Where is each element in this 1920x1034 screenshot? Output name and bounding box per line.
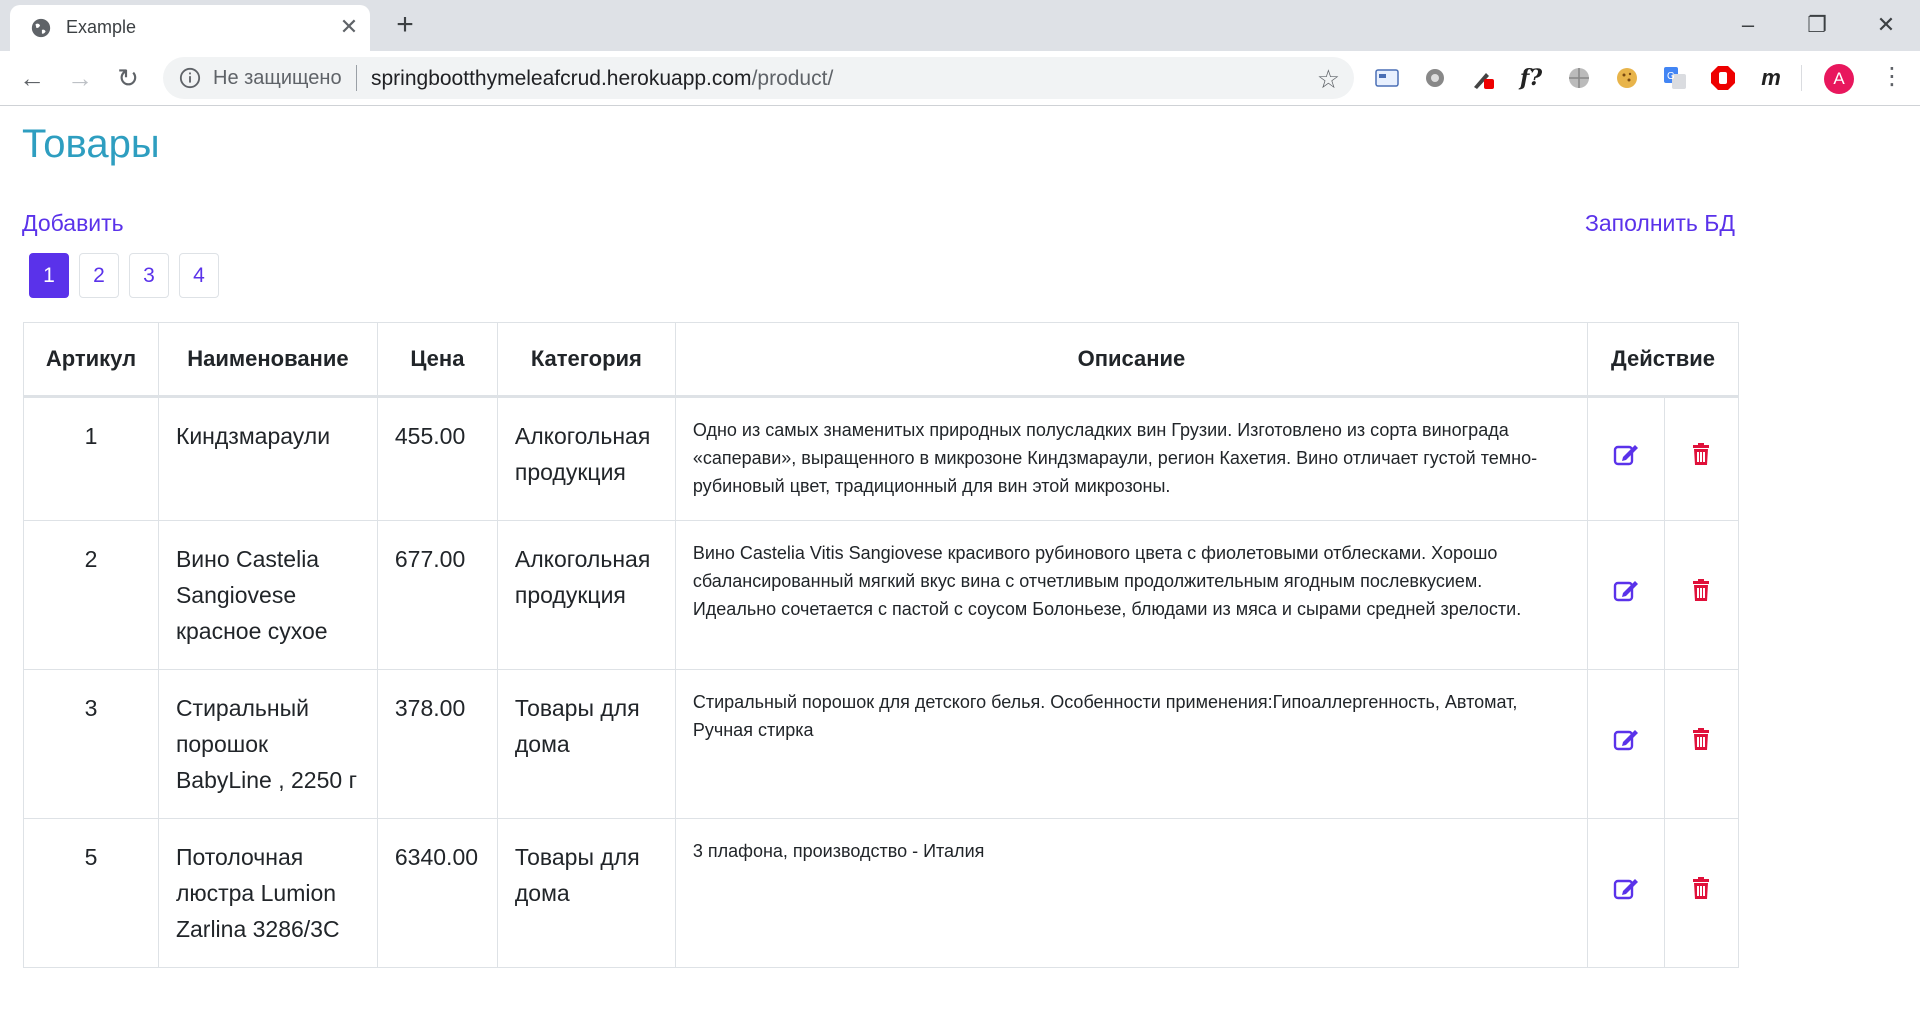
url-host: springbootthymeleafcrud.herokuapp.com [371, 67, 752, 90]
header-name: Наименование [157, 322, 378, 398]
chrome-menu-icon[interactable]: ⋮ [1880, 62, 1904, 92]
cell-edit [1587, 396, 1665, 521]
header-price: Цена [376, 322, 498, 398]
new-tab-button[interactable]: + [390, 10, 420, 40]
extension-whatfont-icon[interactable]: f? [1517, 64, 1545, 92]
url-path: /product/ [751, 67, 834, 90]
table-header-row: Артикул Наименование Цена Категория Опис… [23, 322, 1739, 398]
extension-screenshot-icon[interactable] [1373, 64, 1401, 92]
reload-button[interactable]: ↻ [113, 63, 143, 93]
edit-icon[interactable] [1612, 874, 1640, 902]
browser-tab-bar: Example ✕ + – ❐ ✕ [0, 0, 1920, 51]
table-row: 2 Вино Castelia Sangiovese красное сухое… [23, 520, 1740, 670]
cell-price: 6340.00 [376, 818, 498, 968]
cell-price: 677.00 [376, 520, 498, 670]
pagination: 1 2 3 4 [29, 253, 219, 298]
address-separator [356, 65, 357, 91]
cell-name: Киндзмараули [157, 396, 378, 521]
cell-price: 378.00 [376, 669, 498, 819]
cell-edit [1587, 669, 1665, 819]
page-4-button[interactable]: 4 [179, 253, 219, 298]
cell-name: Потолочная люстра Lumion Zarlina 3286/3C [157, 818, 378, 968]
cell-article: 2 [23, 520, 159, 670]
cell-article: 5 [23, 818, 159, 968]
tab-title: Example [66, 17, 137, 37]
table-row: 3 Стиральный порошок BabyLine , 2250 г 3… [23, 669, 1740, 819]
extension-m-icon[interactable]: m [1757, 64, 1785, 92]
cell-article: 3 [23, 669, 159, 819]
close-window-button[interactable]: ✕ [1866, 10, 1906, 40]
add-product-link[interactable]: Добавить [22, 210, 124, 237]
trash-icon[interactable] [1687, 874, 1715, 902]
cell-category: Товары для дома [496, 669, 676, 819]
cell-description: Одно из самых знаменитых природных полус… [674, 396, 1589, 521]
products-table: Артикул Наименование Цена Категория Опис… [23, 322, 1740, 968]
header-category: Категория [496, 322, 676, 398]
edit-icon[interactable] [1612, 576, 1640, 604]
table-row: 5 Потолочная люстра Lumion Zarlina 3286/… [23, 818, 1740, 968]
page-2-button[interactable]: 2 [79, 253, 119, 298]
page-title: Товары [22, 122, 160, 166]
cell-name: Стиральный порошок BabyLine , 2250 г [157, 669, 378, 819]
forward-button[interactable]: → [65, 63, 95, 93]
page-content: Товары Добавить Заполнить БД 1 2 3 4 Арт… [0, 106, 1920, 1034]
svg-text:G: G [1667, 71, 1675, 82]
toolbar-separator [1801, 65, 1802, 91]
trash-icon[interactable] [1687, 725, 1715, 753]
table-row: 1 Киндзмараули 455.00 Алкогольная продук… [23, 396, 1740, 521]
extension-translate-icon[interactable]: G [1661, 64, 1689, 92]
cell-category: Товары для дома [496, 818, 676, 968]
cell-category: Алкогольная продукция [496, 396, 676, 521]
browser-tab[interactable]: Example ✕ [10, 5, 370, 51]
header-description: Описание [674, 322, 1589, 398]
trash-icon[interactable] [1687, 440, 1715, 468]
bookmark-star-icon[interactable]: ☆ [1317, 64, 1340, 95]
extension-globe-icon[interactable] [1565, 64, 1593, 92]
restore-button[interactable]: ❐ [1797, 10, 1837, 40]
address-bar[interactable]: Не защищено springbootthymeleafcrud.hero… [163, 57, 1354, 99]
edit-icon[interactable] [1612, 725, 1640, 753]
extension-adblock-icon[interactable] [1709, 64, 1737, 92]
url-text[interactable]: springbootthymeleafcrud.herokuapp.com/pr… [371, 67, 833, 91]
fill-db-link[interactable]: Заполнить БД [1585, 210, 1735, 237]
globe-icon [31, 18, 51, 38]
profile-avatar[interactable]: A [1824, 64, 1854, 94]
cell-delete [1663, 396, 1740, 521]
cell-edit [1587, 818, 1665, 968]
cell-description: Стиральный порошок для детского белья. О… [674, 669, 1589, 819]
page-1-button[interactable]: 1 [29, 253, 69, 298]
security-label: Не защищено [213, 67, 342, 89]
cell-edit [1587, 520, 1665, 670]
cell-description: 3 плафона, производство - Италия [674, 818, 1589, 968]
close-tab-icon[interactable]: ✕ [336, 14, 362, 40]
browser-toolbar: ← → ↻ Не защищено springbootthymeleafcru… [0, 51, 1920, 106]
back-button[interactable]: ← [17, 63, 47, 93]
extension-gear-icon[interactable] [1421, 64, 1449, 92]
cell-price: 455.00 [376, 396, 498, 521]
info-icon[interactable] [179, 67, 201, 89]
page-3-button[interactable]: 3 [129, 253, 169, 298]
extension-eyedropper-icon[interactable] [1469, 64, 1497, 92]
header-action: Действие [1587, 322, 1739, 398]
trash-icon[interactable] [1687, 576, 1715, 604]
header-article: Артикул [23, 322, 159, 398]
cell-delete [1663, 818, 1740, 968]
cell-name: Вино Castelia Sangiovese красное сухое [157, 520, 378, 670]
cell-delete [1663, 520, 1740, 670]
cell-description: Вино Castelia Vitis Sangiovese красивого… [674, 520, 1589, 670]
minimize-button[interactable]: – [1728, 10, 1768, 40]
extension-cookie-icon[interactable] [1613, 64, 1641, 92]
edit-icon[interactable] [1612, 440, 1640, 468]
cell-delete [1663, 669, 1740, 819]
cell-article: 1 [23, 396, 159, 521]
cell-category: Алкогольная продукция [496, 520, 676, 670]
